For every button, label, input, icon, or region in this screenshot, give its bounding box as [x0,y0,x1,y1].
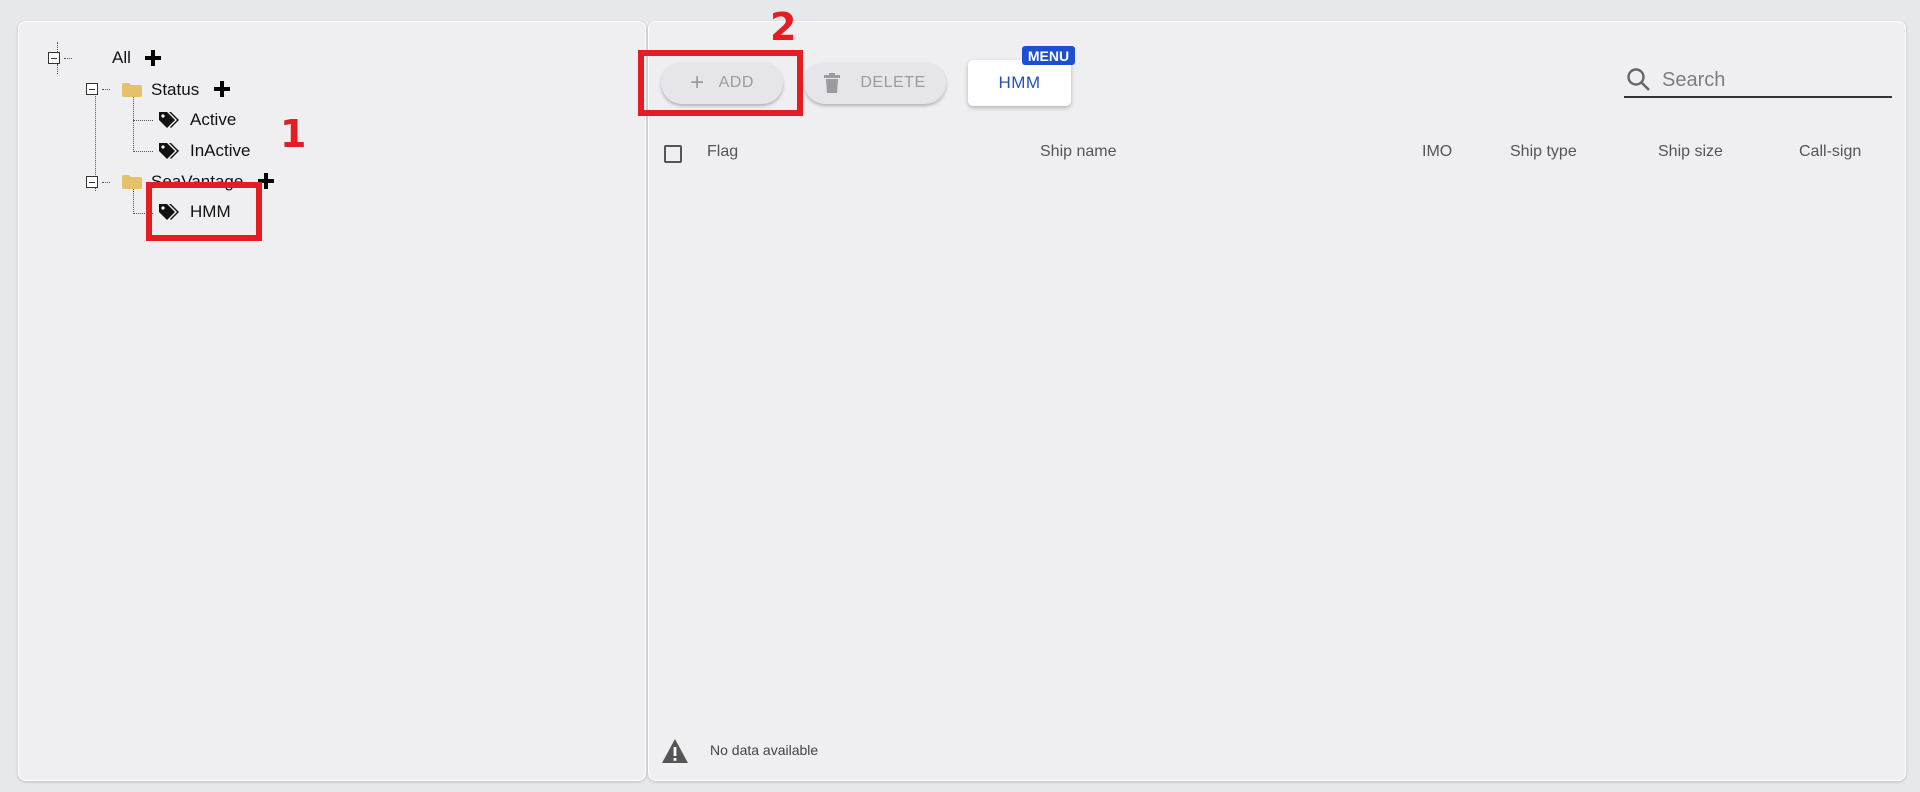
tree-connector [102,182,110,183]
menu-badge[interactable]: MENU [1022,46,1075,65]
trash-icon [824,73,841,93]
annotation-step-1: 1 [280,112,307,156]
add-group-plus-icon[interactable] [145,50,161,66]
tree-connector [133,120,153,121]
tree-item-all[interactable]: All [112,48,131,68]
tree-connector [133,189,134,214]
tag-icon [159,112,179,128]
column-header-call-sign[interactable]: Call-sign [1799,143,1861,161]
collapse-toggle-all[interactable] [48,52,60,64]
tree-item-status[interactable]: Status [151,80,199,100]
column-header-ship-size[interactable]: Ship size [1658,143,1723,161]
delete-button[interactable]: DELETE [804,62,946,104]
tag-icon [159,143,179,159]
tree-connector [64,58,72,59]
search-box [1624,64,1892,98]
delete-button-label: DELETE [860,74,926,91]
folder-icon [122,83,142,97]
main-panel [648,21,1906,781]
annotation-highlight-hmm [146,182,262,241]
column-header-ship-name[interactable]: Ship name [1040,143,1117,161]
warning-icon [662,739,688,763]
tree-connector [57,64,58,74]
search-icon [1627,68,1650,91]
tree-panel [18,21,646,781]
column-header-imo[interactable]: IMO [1422,143,1452,161]
collapse-toggle-seavantage[interactable] [86,176,98,188]
tree-connector [133,151,153,152]
search-input[interactable] [1660,64,1889,96]
annotation-highlight-add [638,50,803,116]
select-all-checkbox[interactable] [664,145,682,163]
empty-state-text: No data available [710,742,819,758]
folder-icon [122,175,142,189]
hmm-filter-button[interactable]: HMM [968,60,1071,106]
tree-item-inactive[interactable]: InActive [190,141,250,161]
add-tag-plus-icon[interactable] [214,81,230,97]
hmm-button-label: HMM [998,73,1041,92]
tree-connector [102,89,110,90]
annotation-step-2: 2 [770,5,797,49]
tree-item-active[interactable]: Active [190,110,236,130]
column-header-ship-type[interactable]: Ship type [1510,143,1577,161]
tree-connector [57,42,58,52]
column-header-flag[interactable]: Flag [707,143,738,161]
tree-connector [133,96,134,152]
collapse-toggle-status[interactable] [86,83,98,95]
